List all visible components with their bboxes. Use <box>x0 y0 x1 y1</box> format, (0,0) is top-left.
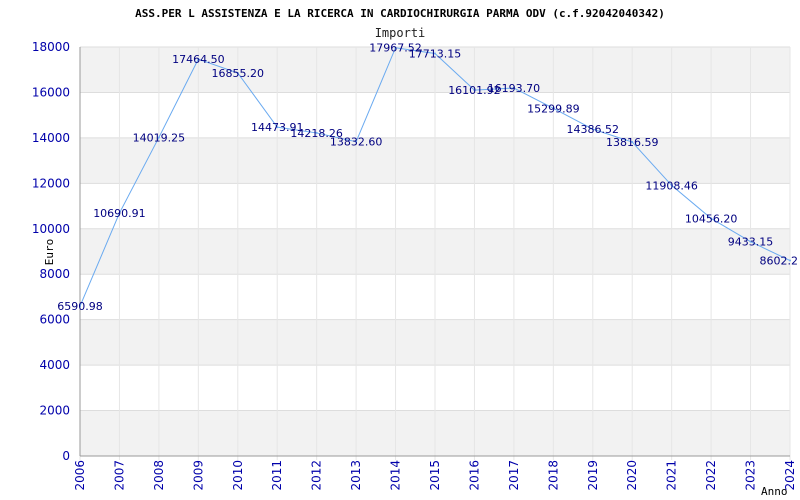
data-label: 10690.91 <box>93 207 146 220</box>
y-axis-label: Euro <box>43 239 56 266</box>
data-label: 13832.60 <box>330 136 383 149</box>
data-label: 17464.50 <box>172 53 225 66</box>
x-tick-label: 2010 <box>231 460 245 491</box>
x-tick-label: 2019 <box>586 460 600 491</box>
x-tick-label: 2021 <box>665 460 679 491</box>
x-tick-label: 2012 <box>310 460 324 491</box>
y-tick-label: 12000 <box>32 176 70 190</box>
data-label: 11908.46 <box>645 179 698 192</box>
x-tick-label: 2006 <box>73 460 87 491</box>
data-label: 10456.20 <box>685 212 738 225</box>
x-tick-label: 2007 <box>112 460 126 491</box>
y-tick-label: 4000 <box>39 358 70 372</box>
x-tick-label: 2022 <box>704 460 718 491</box>
data-label: 9433.15 <box>728 236 774 249</box>
x-tick-label: 2008 <box>152 460 166 491</box>
x-tick-label: 2013 <box>349 460 363 491</box>
data-label: 17713.15 <box>409 48 462 61</box>
x-tick-label: 2009 <box>191 460 205 491</box>
y-tick-label: 0 <box>62 449 70 463</box>
data-label: 6590.98 <box>57 300 103 313</box>
x-tick-label: 2014 <box>389 460 403 491</box>
series-label: Importi <box>375 26 426 40</box>
x-axis-label: Anno <box>761 485 788 498</box>
data-label: 8602.2 <box>760 255 799 268</box>
y-tick-label: 16000 <box>32 85 70 99</box>
x-tick-label: 2023 <box>744 460 758 491</box>
data-label: 16193.70 <box>488 82 541 95</box>
x-tick-labels: 2006 2007 2008 2009 2010 2011 2012 2013 2014 2015… <box>73 460 797 491</box>
y-tick-label: 18000 <box>32 40 70 54</box>
y-tick-label: 10000 <box>32 222 70 236</box>
data-label: 13816.59 <box>606 136 659 149</box>
x-tick-label: 2011 <box>270 460 284 491</box>
y-tick-label: 6000 <box>39 313 70 327</box>
data-label: 16855.20 <box>212 67 265 80</box>
data-label: 14019.25 <box>133 131 186 144</box>
chart-title: ASS.PER L ASSISTENZA E LA RICERCA IN CAR… <box>135 7 665 20</box>
y-tick-label: 2000 <box>39 404 70 418</box>
y-tick-label: 8000 <box>39 267 70 281</box>
line-chart: ASS.PER L ASSISTENZA E LA RICERCA IN CAR… <box>32 7 799 498</box>
x-tick-label: 2015 <box>428 460 442 491</box>
x-tick-label: 2018 <box>546 460 560 491</box>
x-tick-label: 2016 <box>467 460 481 491</box>
data-label: 14386.52 <box>567 123 620 136</box>
x-tick-label: 2017 <box>507 460 521 491</box>
x-tick-label: 2020 <box>625 460 639 491</box>
y-tick-label: 14000 <box>32 131 70 145</box>
data-label: 15299.89 <box>527 102 580 115</box>
